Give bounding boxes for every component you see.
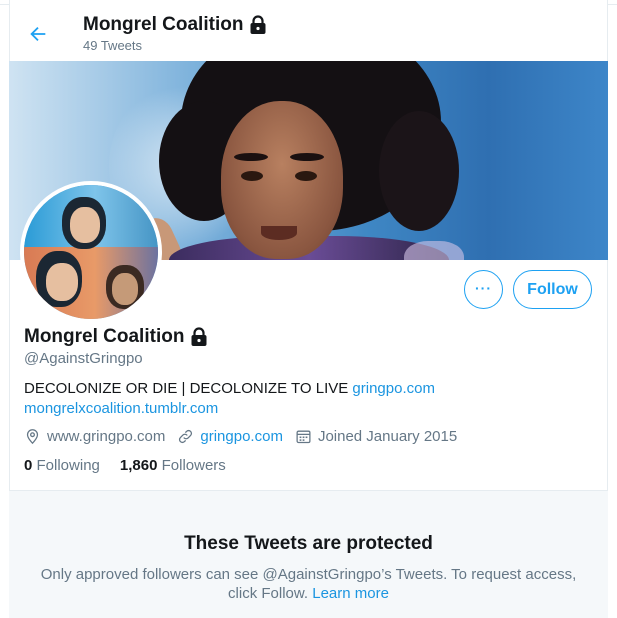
following-link[interactable]: 0 Following xyxy=(24,457,100,474)
joined-item: Joined January 2015 xyxy=(295,428,457,445)
tweet-count: 49 Tweets xyxy=(83,38,143,53)
location-pin-icon xyxy=(26,429,39,445)
profile-avatar[interactable] xyxy=(20,181,162,323)
protected-notice: These Tweets are protected Only approved… xyxy=(9,491,608,618)
following-label: Following xyxy=(36,457,100,474)
profile-header-bar: Mongrel Coalition 49 Tweets xyxy=(9,6,608,60)
website-link[interactable]: gringpo.com xyxy=(200,428,283,445)
follow-stats: 0 Following 1,860 Followers xyxy=(24,457,226,474)
protected-text: Only approved followers can see @Against… xyxy=(29,565,588,603)
bio-link-gringpo[interactable]: gringpo.com xyxy=(352,380,435,397)
bio-text: DECOLONIZE OR DIE | DECOLONIZE TO LIVE xyxy=(24,380,353,397)
more-dots-icon: ··· xyxy=(475,279,492,296)
followers-label: Followers xyxy=(161,457,226,474)
joined-text: Joined January 2015 xyxy=(317,428,458,445)
profile-handle: @AgainstGringpo xyxy=(24,350,143,367)
followers-count: 1,860 xyxy=(119,457,158,474)
lock-icon xyxy=(250,15,266,34)
profile-name: Mongrel Coalition xyxy=(24,326,208,348)
profile-name-text: Mongrel Coalition xyxy=(24,326,185,347)
header-title: Mongrel Coalition xyxy=(83,14,267,36)
calendar-icon xyxy=(296,430,311,444)
bio-link-tumblr[interactable]: mongrelxcoalition.tumblr.com xyxy=(24,400,218,417)
profile-meta: www.gringpo.com gringpo.com Joined Janua… xyxy=(24,428,469,445)
link-icon xyxy=(179,429,193,444)
location-text: www.gringpo.com xyxy=(47,428,166,445)
header-title-text: Mongrel Coalition xyxy=(83,14,244,35)
back-arrow-icon xyxy=(30,26,46,42)
learn-more-link[interactable]: Learn more xyxy=(312,585,389,602)
follow-button[interactable]: Follow xyxy=(513,270,592,309)
more-options-button[interactable]: ··· xyxy=(464,270,503,309)
website-item: gringpo.com xyxy=(177,428,283,445)
profile-bio: DECOLONIZE OR DIE | DECOLONIZE TO LIVE g… xyxy=(24,379,584,419)
followers-link[interactable]: 1,860 Followers xyxy=(120,457,226,474)
following-count: 0 xyxy=(24,457,33,474)
protected-message: Only approved followers can see @Against… xyxy=(40,566,577,602)
back-button[interactable] xyxy=(25,21,51,47)
location-item: www.gringpo.com xyxy=(24,428,165,445)
lock-icon xyxy=(191,327,207,346)
protected-title: These Tweets are protected xyxy=(184,533,433,554)
